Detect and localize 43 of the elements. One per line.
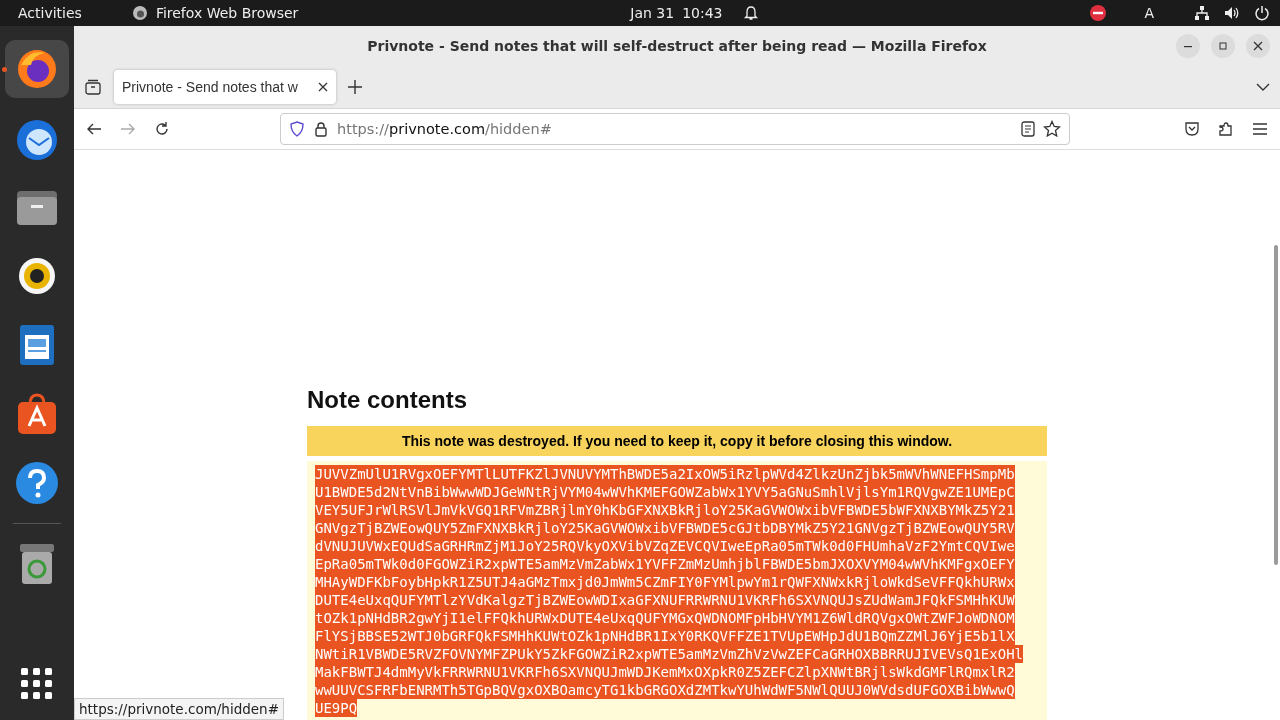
- new-tab-icon[interactable]: [348, 80, 362, 94]
- app-menu[interactable]: Firefox Web Browser: [155, 5, 299, 21]
- browser-tab[interactable]: Privnote - Send notes that w: [114, 70, 336, 104]
- note-heading: Note contents: [307, 386, 467, 414]
- help-icon: [15, 461, 59, 505]
- bell-icon[interactable]: [742, 5, 759, 21]
- maximize-icon: [1218, 41, 1228, 51]
- reader-view-icon[interactable]: [1021, 121, 1035, 137]
- address-bar[interactable]: https://privnote.com/hidden#: [280, 113, 1070, 145]
- tab-list-icon[interactable]: [84, 78, 102, 96]
- shopping-bag-icon: [15, 392, 59, 436]
- close-icon[interactable]: [318, 82, 328, 92]
- trash-icon: [18, 542, 56, 586]
- speaker-icon: [17, 256, 57, 296]
- firefox-icon: [131, 5, 148, 21]
- note-text-area[interactable]: [307, 461, 1047, 720]
- star-icon[interactable]: [1043, 120, 1061, 138]
- window-title: Privnote - Send notes that will self-destruct after being read — Mozilla Firefox: [367, 38, 987, 54]
- firefox-icon: [15, 47, 59, 91]
- app-grid-icon[interactable]: [21, 668, 53, 700]
- back-icon[interactable]: [86, 121, 102, 137]
- power-icon[interactable]: [1254, 5, 1270, 21]
- input-indicator[interactable]: A: [1144, 5, 1154, 21]
- do-not-disturb-icon[interactable]: [1090, 5, 1107, 21]
- warning-banner: This note was destroyed. If you need to keep it, copy it before closing this window.: [307, 426, 1047, 456]
- maximize-button[interactable]: [1211, 34, 1235, 58]
- scrollbar[interactable]: [1274, 245, 1278, 565]
- activities-button[interactable]: Activities: [18, 5, 82, 21]
- shield-icon: [289, 121, 305, 137]
- menu-icon[interactable]: [1252, 122, 1268, 136]
- status-url: https://privnote.com/hidden#: [74, 698, 284, 720]
- volume-icon[interactable]: [1224, 5, 1240, 21]
- pocket-icon[interactable]: [1184, 121, 1200, 137]
- document-icon: [18, 323, 56, 367]
- network-icon[interactable]: [1194, 5, 1210, 21]
- dock-item[interactable]: [5, 40, 69, 98]
- close-button[interactable]: [1246, 34, 1270, 58]
- lock-icon: [313, 121, 329, 137]
- close-icon: [1253, 41, 1263, 51]
- clock[interactable]: 10:43: [682, 5, 723, 21]
- puzzle-icon[interactable]: [1218, 121, 1234, 137]
- date-label[interactable]: Jan 31: [630, 5, 675, 21]
- reload-icon[interactable]: [154, 121, 170, 137]
